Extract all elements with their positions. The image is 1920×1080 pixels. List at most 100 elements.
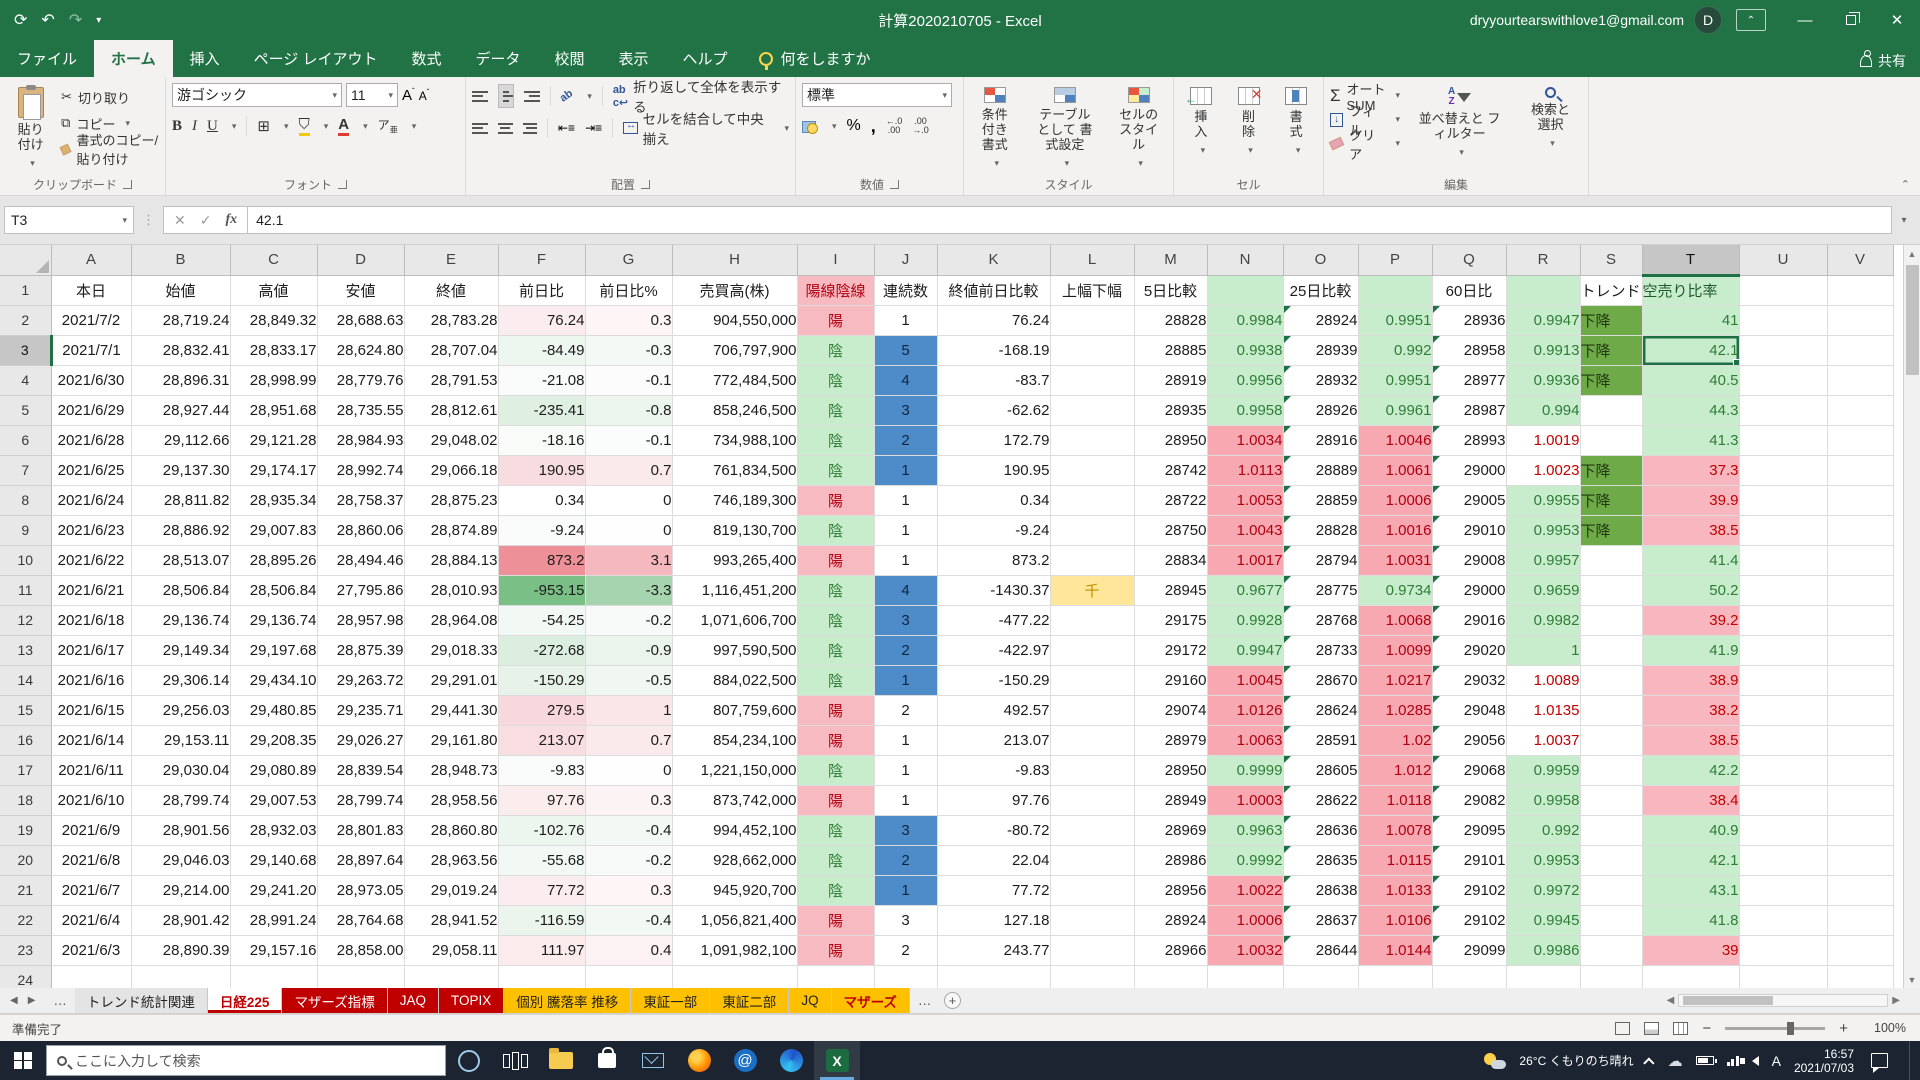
cell-P12[interactable]: 1.0068 — [1358, 605, 1432, 635]
cell-E13[interactable]: 29,018.33 — [404, 635, 498, 665]
cell-H2[interactable]: 904,550,000 — [672, 305, 797, 335]
cell-K9[interactable]: -9.24 — [937, 515, 1050, 545]
cell-G20[interactable]: -0.2 — [585, 845, 672, 875]
cell-M3[interactable]: 28885 — [1134, 335, 1207, 365]
column-header-C[interactable]: C — [230, 245, 317, 275]
cell-T18[interactable]: 38.4 — [1642, 785, 1739, 815]
cell-H23[interactable]: 1,091,982,100 — [672, 935, 797, 965]
font-size-combo[interactable]: 11▾ — [346, 83, 398, 107]
row-header-8[interactable]: 8 — [0, 485, 51, 515]
cell-K3[interactable]: -168.19 — [937, 335, 1050, 365]
cell-N7[interactable]: 1.0113 — [1207, 455, 1283, 485]
new-sheet-button[interactable]: + — [939, 988, 965, 1013]
cell-B9[interactable]: 28,886.92 — [131, 515, 230, 545]
cell-L18[interactable] — [1050, 785, 1134, 815]
cell-P15[interactable]: 1.0285 — [1358, 695, 1432, 725]
task-view-button[interactable] — [492, 1041, 538, 1080]
cell-L6[interactable] — [1050, 425, 1134, 455]
cell-F14[interactable]: -150.29 — [498, 665, 585, 695]
cell-Q13[interactable]: 29020 — [1432, 635, 1506, 665]
cell-N8[interactable]: 1.0053 — [1207, 485, 1283, 515]
cell-C12[interactable]: 29,136.74 — [230, 605, 317, 635]
cell-M8[interactable]: 28722 — [1134, 485, 1207, 515]
cell-U13[interactable] — [1739, 635, 1827, 665]
cell-C13[interactable]: 29,197.68 — [230, 635, 317, 665]
cell-M12[interactable]: 29175 — [1134, 605, 1207, 635]
cell-F20[interactable]: -55.68 — [498, 845, 585, 875]
cell-I7[interactable]: 陰 — [797, 455, 874, 485]
cell-A7[interactable]: 2021/6/25 — [51, 455, 131, 485]
cell-G11[interactable]: -3.3 — [585, 575, 672, 605]
cell-R3[interactable]: 0.9913 — [1506, 335, 1580, 365]
cell-G22[interactable]: -0.4 — [585, 905, 672, 935]
cell-M20[interactable]: 28986 — [1134, 845, 1207, 875]
cell-P18[interactable]: 1.0118 — [1358, 785, 1432, 815]
cell-S19[interactable] — [1580, 815, 1642, 845]
cell-E6[interactable]: 29,048.02 — [404, 425, 498, 455]
ribbon-tab-表示[interactable]: 表示 — [602, 40, 666, 77]
cell-V15[interactable] — [1827, 695, 1893, 725]
cell-P7[interactable]: 1.0061 — [1358, 455, 1432, 485]
cell-U5[interactable] — [1739, 395, 1827, 425]
cell-U18[interactable] — [1739, 785, 1827, 815]
cell-K17[interactable]: -9.83 — [937, 755, 1050, 785]
cell-R17[interactable]: 0.9959 — [1506, 755, 1580, 785]
cell-D6[interactable]: 28,984.93 — [317, 425, 404, 455]
cell-C18[interactable]: 29,007.53 — [230, 785, 317, 815]
scroll-up-icon[interactable]: ▲ — [1904, 245, 1920, 262]
horizontal-scrollbar[interactable] — [1678, 994, 1888, 1007]
close-button[interactable]: ✕ — [1874, 0, 1920, 40]
column-header-S[interactable]: S — [1580, 245, 1642, 275]
cell-G6[interactable]: -0.1 — [585, 425, 672, 455]
formula-input[interactable]: 42.1 — [248, 206, 1892, 234]
cell-T6[interactable]: 41.3 — [1642, 425, 1739, 455]
dialog-launcher-icon[interactable] — [338, 180, 347, 189]
column-header-D[interactable]: D — [317, 245, 404, 275]
cell-V19[interactable] — [1827, 815, 1893, 845]
column-header-M[interactable]: M — [1134, 245, 1207, 275]
cell-A19[interactable]: 2021/6/9 — [51, 815, 131, 845]
find-select-button[interactable]: 検索と 選択▾ — [1519, 83, 1582, 175]
cell-H10[interactable]: 993,265,400 — [672, 545, 797, 575]
cell-M7[interactable]: 28742 — [1134, 455, 1207, 485]
cell-M9[interactable]: 28750 — [1134, 515, 1207, 545]
number-format-combo[interactable]: 標準▾ — [802, 83, 952, 107]
cell-N21[interactable]: 1.0022 — [1207, 875, 1283, 905]
cell-C24[interactable] — [230, 965, 317, 988]
cell-T8[interactable]: 39.9 — [1642, 485, 1739, 515]
cell-A23[interactable]: 2021/6/3 — [51, 935, 131, 965]
cell-N17[interactable]: 0.9999 — [1207, 755, 1283, 785]
cell-M23[interactable]: 28966 — [1134, 935, 1207, 965]
row-header-22[interactable]: 22 — [0, 905, 51, 935]
merge-center-button[interactable]: セルを結合して中央揃え▾ — [623, 115, 789, 141]
cell-K7[interactable]: 190.95 — [937, 455, 1050, 485]
sheet-tab-東証一部[interactable]: 東証一部 — [631, 988, 710, 1013]
cell-Q15[interactable]: 29048 — [1432, 695, 1506, 725]
cell-N20[interactable]: 0.9992 — [1207, 845, 1283, 875]
cell-S21[interactable] — [1580, 875, 1642, 905]
cell-L8[interactable] — [1050, 485, 1134, 515]
cell-L17[interactable] — [1050, 755, 1134, 785]
hscroll-left-icon[interactable]: ◀ — [1667, 995, 1675, 1006]
cell-H18[interactable]: 873,742,000 — [672, 785, 797, 815]
cell-H15[interactable]: 807,759,600 — [672, 695, 797, 725]
cell-O22[interactable]: 28637 — [1283, 905, 1358, 935]
cell-M18[interactable]: 28949 — [1134, 785, 1207, 815]
cell-J4[interactable]: 4 — [874, 365, 937, 395]
cell-B21[interactable]: 29,214.00 — [131, 875, 230, 905]
cell-C5[interactable]: 28,951.68 — [230, 395, 317, 425]
cell-R6[interactable]: 1.0019 — [1506, 425, 1580, 455]
cell-I9[interactable]: 陰 — [797, 515, 874, 545]
cell-F15[interactable]: 279.5 — [498, 695, 585, 725]
cell-R5[interactable]: 0.994 — [1506, 395, 1580, 425]
cell-J9[interactable]: 1 — [874, 515, 937, 545]
row-header-5[interactable]: 5 — [0, 395, 51, 425]
header-cell-N1[interactable] — [1207, 275, 1283, 305]
cell-J5[interactable]: 3 — [874, 395, 937, 425]
row-header-21[interactable]: 21 — [0, 875, 51, 905]
orientation-icon[interactable]: ab — [558, 87, 575, 104]
cell-U15[interactable] — [1739, 695, 1827, 725]
cell-K20[interactable]: 22.04 — [937, 845, 1050, 875]
cell-I23[interactable]: 陽 — [797, 935, 874, 965]
column-header-L[interactable]: L — [1050, 245, 1134, 275]
